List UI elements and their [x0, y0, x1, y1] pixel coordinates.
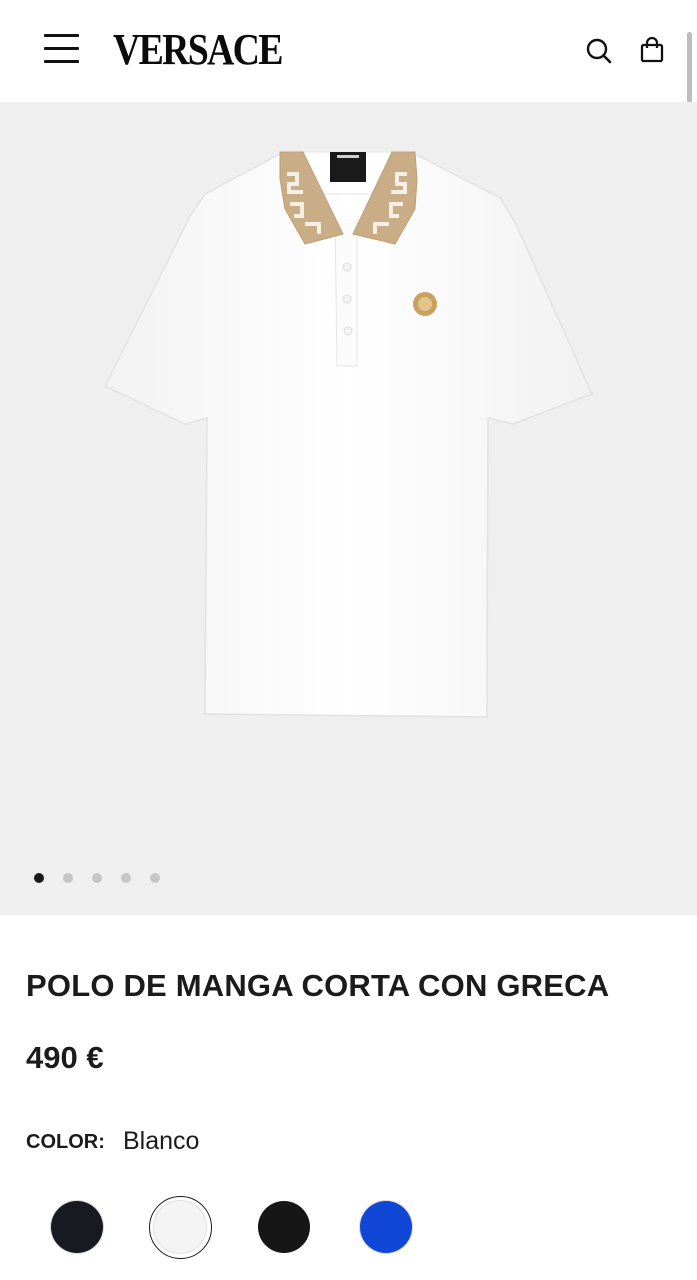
color-swatch-white-selected[interactable] — [149, 1196, 212, 1259]
search-icon[interactable] — [585, 37, 613, 65]
gallery-dot-5[interactable] — [150, 873, 160, 883]
product-image-gallery[interactable] — [0, 102, 697, 915]
product-price: 490 € — [26, 1040, 104, 1075]
product-image-polo-shirt[interactable] — [95, 124, 605, 724]
gallery-dot-3[interactable] — [92, 873, 102, 883]
selected-color-value: Blanco — [123, 1127, 200, 1155]
hamburger-menu-icon[interactable] — [44, 34, 80, 64]
product-title: POLO DE MANGA CORTA CON GRECA — [26, 968, 610, 1003]
gallery-dot-1[interactable] — [34, 873, 44, 883]
shopping-bag-icon[interactable] — [639, 36, 665, 64]
top-navigation-bar: VERSACE — [0, 0, 697, 102]
color-swatch-black[interactable] — [258, 1201, 310, 1253]
color-swatch-blue[interactable] — [360, 1201, 412, 1253]
gallery-dot-2[interactable] — [63, 873, 73, 883]
color-swatch-navy[interactable] — [51, 1201, 103, 1253]
gallery-dot-4[interactable] — [121, 873, 131, 883]
gallery-pagination — [34, 873, 160, 885]
color-label: COLOR: — [26, 1131, 105, 1153]
versace-logo[interactable]: VERSACE — [113, 27, 284, 73]
